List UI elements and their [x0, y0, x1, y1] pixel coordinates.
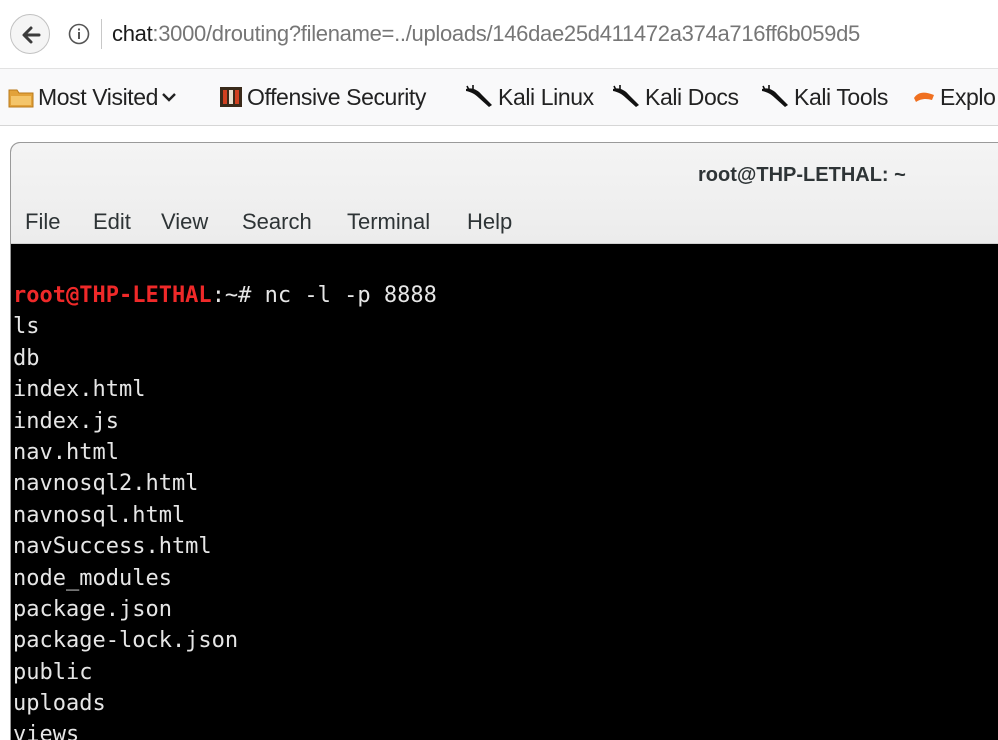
- kali-dragon-icon: [762, 84, 788, 107]
- output-line: ls: [13, 314, 40, 340]
- bookmarks-toolbar: Most Visited Offensive Security Kali Lin…: [0, 68, 998, 126]
- url-path: :3000/drouting?filename=../uploads/146da…: [152, 21, 860, 46]
- url-input[interactable]: chat:3000/drouting?filename=../uploads/1…: [112, 21, 860, 47]
- bookmark-label: Most Visited: [38, 84, 159, 110]
- output-line: index.js: [13, 408, 119, 434]
- menu-view[interactable]: View: [161, 209, 208, 235]
- bookmark-label: Kali Linux: [498, 84, 594, 110]
- url-separator: [101, 19, 102, 49]
- exploit-db-icon: [914, 92, 934, 102]
- chevron-down-icon: [162, 93, 176, 102]
- bookmark-label: Offensive Security: [247, 84, 427, 110]
- menu-file[interactable]: File: [25, 209, 60, 235]
- terminal-header: root@THP-LETHAL: ~ File Edit View Search…: [11, 143, 998, 244]
- output-line: index.html: [13, 377, 146, 403]
- back-arrow-icon: [22, 26, 41, 44]
- prompt-path: :~#: [211, 283, 265, 308]
- terminal-window: root@THP-LETHAL: ~ File Edit View Search…: [10, 142, 998, 740]
- bookmark-kali-docs[interactable]: Kali Docs: [611, 83, 739, 111]
- terminal-title: root@THP-LETHAL: ~: [698, 164, 906, 186]
- menu-help[interactable]: Help: [467, 209, 512, 235]
- bookmark-most-visited[interactable]: Most Visited: [8, 83, 177, 111]
- output-line: package-lock.json: [13, 628, 239, 654]
- bookmark-label: Kali Tools: [794, 84, 889, 110]
- output-line: navnosql2.html: [13, 471, 199, 497]
- folder-icon: [8, 89, 34, 108]
- command-text: nc -l -p 8888: [264, 283, 437, 308]
- kali-dragon-icon: [613, 84, 639, 107]
- bookmark-exploit-db[interactable]: Explo: [912, 83, 996, 111]
- bookmark-kali-linux[interactable]: Kali Linux: [464, 83, 594, 111]
- bookmark-kali-tools[interactable]: Kali Tools: [760, 83, 888, 111]
- bookmark-offensive-security[interactable]: Offensive Security: [219, 83, 426, 111]
- browser-url-bar: chat:3000/drouting?filename=../uploads/1…: [0, 8, 998, 62]
- terminal-output[interactable]: root@THP-LETHAL:~# nc -l -p 8888 ls db i…: [13, 244, 998, 740]
- menu-edit[interactable]: Edit: [93, 209, 131, 235]
- site-info-icon[interactable]: [68, 23, 90, 45]
- prompt-user-host: root@THP-LETHAL: [13, 283, 212, 308]
- prompt-line: root@THP-LETHAL:~# nc -l -p 8888: [13, 280, 998, 311]
- output-line: navnosql.html: [13, 502, 186, 528]
- output-line: db: [13, 345, 40, 371]
- output-line: node_modules: [13, 565, 172, 591]
- menu-terminal[interactable]: Terminal: [347, 209, 430, 235]
- kali-dragon-icon: [466, 84, 492, 107]
- back-button[interactable]: [10, 14, 50, 54]
- bookmark-label: Kali Docs: [645, 84, 739, 110]
- output-line: nav.html: [13, 439, 119, 465]
- output-line: views: [13, 722, 80, 740]
- offensive-security-icon: [220, 86, 242, 107]
- output-line: uploads: [13, 691, 106, 717]
- output-line: navSuccess.html: [13, 534, 212, 560]
- url-host: chat: [112, 21, 153, 46]
- output-line: public: [13, 659, 93, 685]
- bookmark-label: Explo: [940, 84, 996, 110]
- screenshot-root: chat:3000/drouting?filename=../uploads/1…: [0, 0, 998, 740]
- menu-search[interactable]: Search: [242, 209, 312, 235]
- output-line: package.json: [13, 596, 172, 622]
